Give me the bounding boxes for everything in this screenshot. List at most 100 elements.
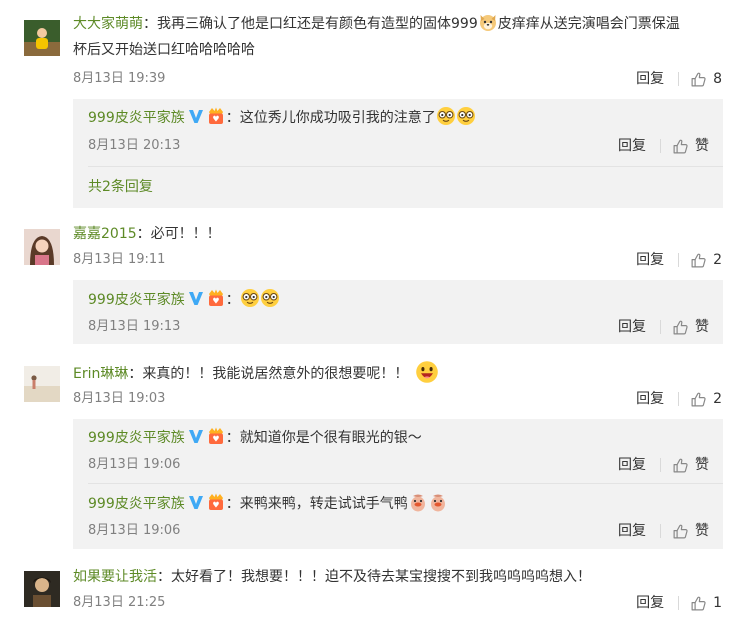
timestamp: 8月13日 19:39: [73, 71, 166, 86]
like-label: 赞: [695, 523, 709, 539]
like-button[interactable]: 2: [690, 249, 722, 271]
reply-actions: 回复 赞: [618, 454, 709, 476]
reply-button[interactable]: 回复: [618, 135, 646, 157]
comment-actions: 回复 1: [636, 592, 722, 614]
reply-button[interactable]: 回复: [636, 388, 664, 410]
verified-v-icon: [188, 428, 204, 444]
reply-button[interactable]: 回复: [618, 520, 646, 542]
reply-actions: 回复 赞: [618, 135, 709, 157]
divider: [660, 320, 661, 334]
divider: [660, 524, 661, 538]
reply-actions: 回复 赞: [618, 316, 709, 338]
like-count: 2: [713, 252, 722, 268]
thumbs-up-icon: [690, 391, 707, 408]
sunglasses-emoji: [240, 288, 260, 308]
divider: [678, 596, 680, 610]
thumbs-up-icon: [672, 138, 689, 155]
reply-button[interactable]: 回复: [636, 592, 664, 614]
more-replies-link[interactable]: 共2条回复: [88, 176, 153, 198]
comment-text: Erin琳琳：来真的！！我能说居然意外的很想要呢！！: [73, 360, 724, 386]
like-button[interactable]: 1: [690, 592, 722, 614]
username-link[interactable]: 大大家萌萌: [73, 16, 143, 32]
username-link[interactable]: 999皮炎平家族: [88, 292, 185, 308]
avatar[interactable]: [24, 366, 60, 402]
comment-text: 如果要让我活：太好看了！我想要！！！迫不及待去某宝搜搜不到我呜呜呜呜想入！: [73, 565, 724, 589]
timestamp: 8月13日 19:06: [88, 523, 181, 538]
thumbs-up-icon: [690, 595, 707, 612]
like-button[interactable]: 赞: [672, 316, 709, 338]
divider: [678, 72, 680, 86]
reply-box: 999皮炎平家族 ：这位秀儿你成功吸引我的注意了 8月13日 20:13 回复 赞…: [73, 99, 723, 208]
username-link[interactable]: 999皮炎平家族: [88, 110, 185, 126]
avatar[interactable]: [24, 20, 60, 56]
username-link[interactable]: 嘉嘉2015: [73, 226, 137, 242]
avatar[interactable]: [24, 571, 60, 607]
username-link[interactable]: 999皮炎平家族: [88, 496, 185, 512]
verified-v-icon: [188, 290, 204, 306]
comment-actions: 回复 8: [636, 68, 722, 90]
comment-body-cont: 皮痒痒从送完演唱会门票保温: [497, 16, 680, 32]
reply-body: 就知道你是个很有眼光的银～: [239, 430, 422, 446]
timestamp: 8月13日 19:06: [88, 457, 181, 472]
like-count: 1: [713, 595, 722, 611]
duck-emoji: [408, 492, 428, 512]
like-button[interactable]: 赞: [672, 135, 709, 157]
like-count: 2: [713, 391, 722, 407]
comment-body: 必可！！！: [150, 226, 221, 242]
colon: ：: [225, 430, 240, 446]
reply-button[interactable]: 回复: [618, 316, 646, 338]
sunglasses-emoji: [260, 288, 280, 308]
timestamp: 8月13日 19:13: [88, 319, 181, 334]
divider: [88, 166, 723, 167]
avatar[interactable]: [24, 229, 60, 265]
fan-badge-icon: [206, 493, 226, 511]
fan-badge-icon: [206, 107, 226, 125]
reply-button[interactable]: 回复: [618, 454, 646, 476]
reply-body: 这位秀儿你成功吸引我的注意了: [239, 110, 436, 126]
comment-body: 太好看了！我想要！！！迫不及待去某宝搜搜不到我呜呜呜呜想入！: [171, 569, 591, 585]
like-button[interactable]: 赞: [672, 454, 709, 476]
reply-meta: 8月13日 19:06 回复 赞: [88, 520, 709, 542]
fan-badge-icon: [206, 427, 226, 445]
like-button[interactable]: 赞: [672, 520, 709, 542]
comment-text: 大大家萌萌：我再三确认了他是口红还是有颜色有造型的固体999 皮痒痒从送完演唱会门…: [73, 12, 724, 36]
timestamp: 8月13日 21:25: [73, 595, 166, 610]
comment-text-line2: 杯后又开始送口红哈哈哈哈哈: [73, 42, 255, 58]
like-label: 赞: [695, 319, 709, 335]
comment-meta: 8月13日 19:11 回复 2: [73, 249, 722, 271]
comment-text: 嘉嘉2015：必可！！！: [73, 222, 724, 246]
colon: ：: [225, 496, 240, 512]
divider: [678, 253, 680, 267]
timestamp: 8月13日 19:11: [73, 252, 166, 267]
reply-box: 999皮炎平家族 ： 8月13日 19:13 回复 赞: [73, 280, 723, 344]
comment-meta: 8月13日 19:03 回复 2: [73, 388, 722, 410]
username-link[interactable]: Erin琳琳: [73, 366, 128, 382]
divider: [660, 139, 661, 153]
reply-button[interactable]: 回复: [636, 249, 664, 271]
divider: [660, 458, 661, 472]
like-button[interactable]: 8: [690, 68, 722, 90]
like-label: 赞: [695, 138, 709, 154]
reply-box: 999皮炎平家族 ：就知道你是个很有眼光的银～ 8月13日 19:06 回复 赞 …: [73, 419, 723, 549]
comment-meta: 8月13日 21:25 回复 1: [73, 592, 722, 614]
username-link[interactable]: 如果要让我活: [73, 569, 157, 585]
reply-button[interactable]: 回复: [636, 68, 664, 90]
reply-text: 999皮炎平家族 ：: [88, 288, 708, 312]
reply-text: 999皮炎平家族 ：来鸭来鸭，转走试试手气鸭: [88, 492, 708, 516]
reply-body: 来鸭来鸭，转走试试手气鸭: [239, 496, 408, 512]
comment-actions: 回复 2: [636, 249, 722, 271]
thumbs-up-icon: [672, 457, 689, 474]
comment-actions: 回复 2: [636, 388, 722, 410]
thumbs-up-icon: [672, 523, 689, 540]
sunglasses-emoji: [456, 106, 476, 126]
colon: ：: [128, 366, 143, 382]
like-button[interactable]: 2: [690, 388, 722, 410]
duck-emoji: [428, 492, 448, 512]
timestamp: 8月13日 19:03: [73, 391, 166, 406]
username-link[interactable]: 999皮炎平家族: [88, 430, 185, 446]
timestamp: 8月13日 20:13: [88, 138, 181, 153]
comment-meta: 8月13日 19:39 回复 8: [73, 68, 722, 90]
thumbs-up-icon: [672, 319, 689, 336]
dog-emoji: [478, 12, 498, 32]
colon: ：: [225, 110, 240, 126]
